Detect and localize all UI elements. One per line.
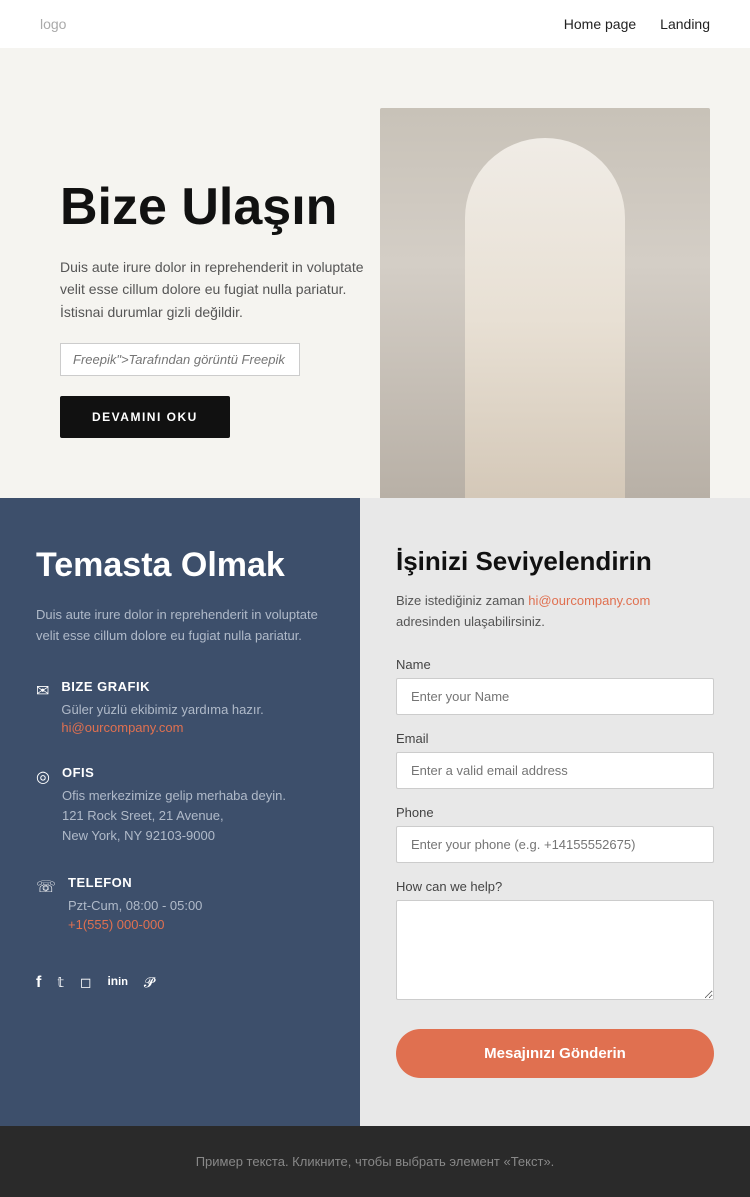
form-message-group: How can we help? [396,879,714,1005]
contact-office-label: OFIS [62,765,286,780]
hero-content: Bize Ulaşın Duis aute irure dolor in rep… [60,179,380,498]
contact-info-office-content: OFIS Ofis merkezimize gelip merhaba deyi… [62,765,286,847]
nav-links: Home page Landing [564,16,710,32]
contact-email-label: BIZE GRAFIK [61,679,263,694]
navigation: logo Home page Landing [0,0,750,48]
contact-address-line1: 121 Rock Sreet, 21 Avenue, [62,806,286,827]
footer-text: Пример текста. Кликните, чтобы выбрать э… [40,1154,710,1169]
contact-info-phone: TELEFON Pzt-Cum, 08:00 - 05:00 +1(555) 0… [36,875,324,934]
hero-text-input[interactable] [60,343,300,376]
footer: Пример текста. Кликните, чтобы выбрать э… [0,1126,750,1197]
contact-right-description: Bize istediğiniz zaman hi@ourcompany.com… [396,591,714,633]
hero-section: Bize Ulaşın Duis aute irure dolor in rep… [0,48,750,498]
logo: logo [40,16,66,32]
form-message-label: How can we help? [396,879,714,894]
hero-title: Bize Ulaşın [60,179,380,236]
contact-right-desc-prefix: Bize istediğiniz zaman [396,593,528,608]
contact-left-description: Duis aute irure dolor in reprehenderit i… [36,605,324,647]
phone-icon [36,877,56,897]
form-phone-label: Phone [396,805,714,820]
contact-info-email-content: BIZE GRAFIK Güler yüzlü ekibimiz yardıma… [61,679,263,738]
hero-input-container [60,343,380,376]
form-email-label: Email [396,731,714,746]
instagram-icon[interactable]: ◻ [80,974,92,992]
form-email-group: Email [396,731,714,789]
contact-phone-hours: Pzt-Cum, 08:00 - 05:00 [68,896,202,916]
contact-address-line2: New York, NY 92103-9000 [62,826,286,847]
form-name-input[interactable] [396,678,714,715]
form-message-textarea[interactable] [396,900,714,1000]
contact-phone-label: TELEFON [68,875,202,890]
pinterest-icon[interactable]: 𝓟 [144,974,154,992]
contact-info-email: BIZE GRAFIK Güler yüzlü ekibimiz yardıma… [36,679,324,738]
hero-cta-button[interactable]: DEVAMINI OKU [60,396,230,438]
hero-description: Duis aute irure dolor in reprehenderit i… [60,256,380,323]
contact-left-panel: Temasta Olmak Duis aute irure dolor in r… [0,498,360,1126]
contact-right-panel: İşinizi Seviyelendirin Bize istediğiniz … [360,498,750,1126]
form-email-input[interactable] [396,752,714,789]
envelope-icon [36,681,49,701]
location-icon [36,767,50,787]
contact-right-email-link[interactable]: hi@ourcompany.com [528,593,650,608]
contact-right-desc-suffix: adresinden ulaşabilirsiniz. [396,614,545,629]
linkedin-icon[interactable]: in [107,974,127,992]
form-phone-group: Phone [396,805,714,863]
social-icons: 𝕥 ◻ in 𝓟 [36,974,324,992]
hero-person-photo [380,108,710,498]
contact-office-text: Ofis merkezimize gelip merhaba deyin. [62,786,286,806]
twitter-icon[interactable]: 𝕥 [57,974,64,992]
form-name-group: Name [396,657,714,715]
contact-section: Temasta Olmak Duis aute irure dolor in r… [0,498,750,1126]
contact-email-text: Güler yüzlü ekibimiz yardıma hazır. [61,700,263,720]
nav-landing-link[interactable]: Landing [660,16,710,32]
form-phone-input[interactable] [396,826,714,863]
hero-image [380,108,710,498]
contact-phone-link[interactable]: +1(555) 000-000 [68,917,165,932]
contact-email-link[interactable]: hi@ourcompany.com [61,720,183,735]
contact-info-office: OFIS Ofis merkezimize gelip merhaba deyi… [36,765,324,847]
contact-right-title: İşinizi Seviyelendirin [396,546,714,577]
form-submit-button[interactable]: Mesajınızı Gönderin [396,1029,714,1078]
facebook-icon[interactable] [36,974,41,992]
nav-home-link[interactable]: Home page [564,16,636,32]
contact-left-title: Temasta Olmak [36,546,324,585]
form-name-label: Name [396,657,714,672]
contact-info-phone-content: TELEFON Pzt-Cum, 08:00 - 05:00 +1(555) 0… [68,875,202,934]
